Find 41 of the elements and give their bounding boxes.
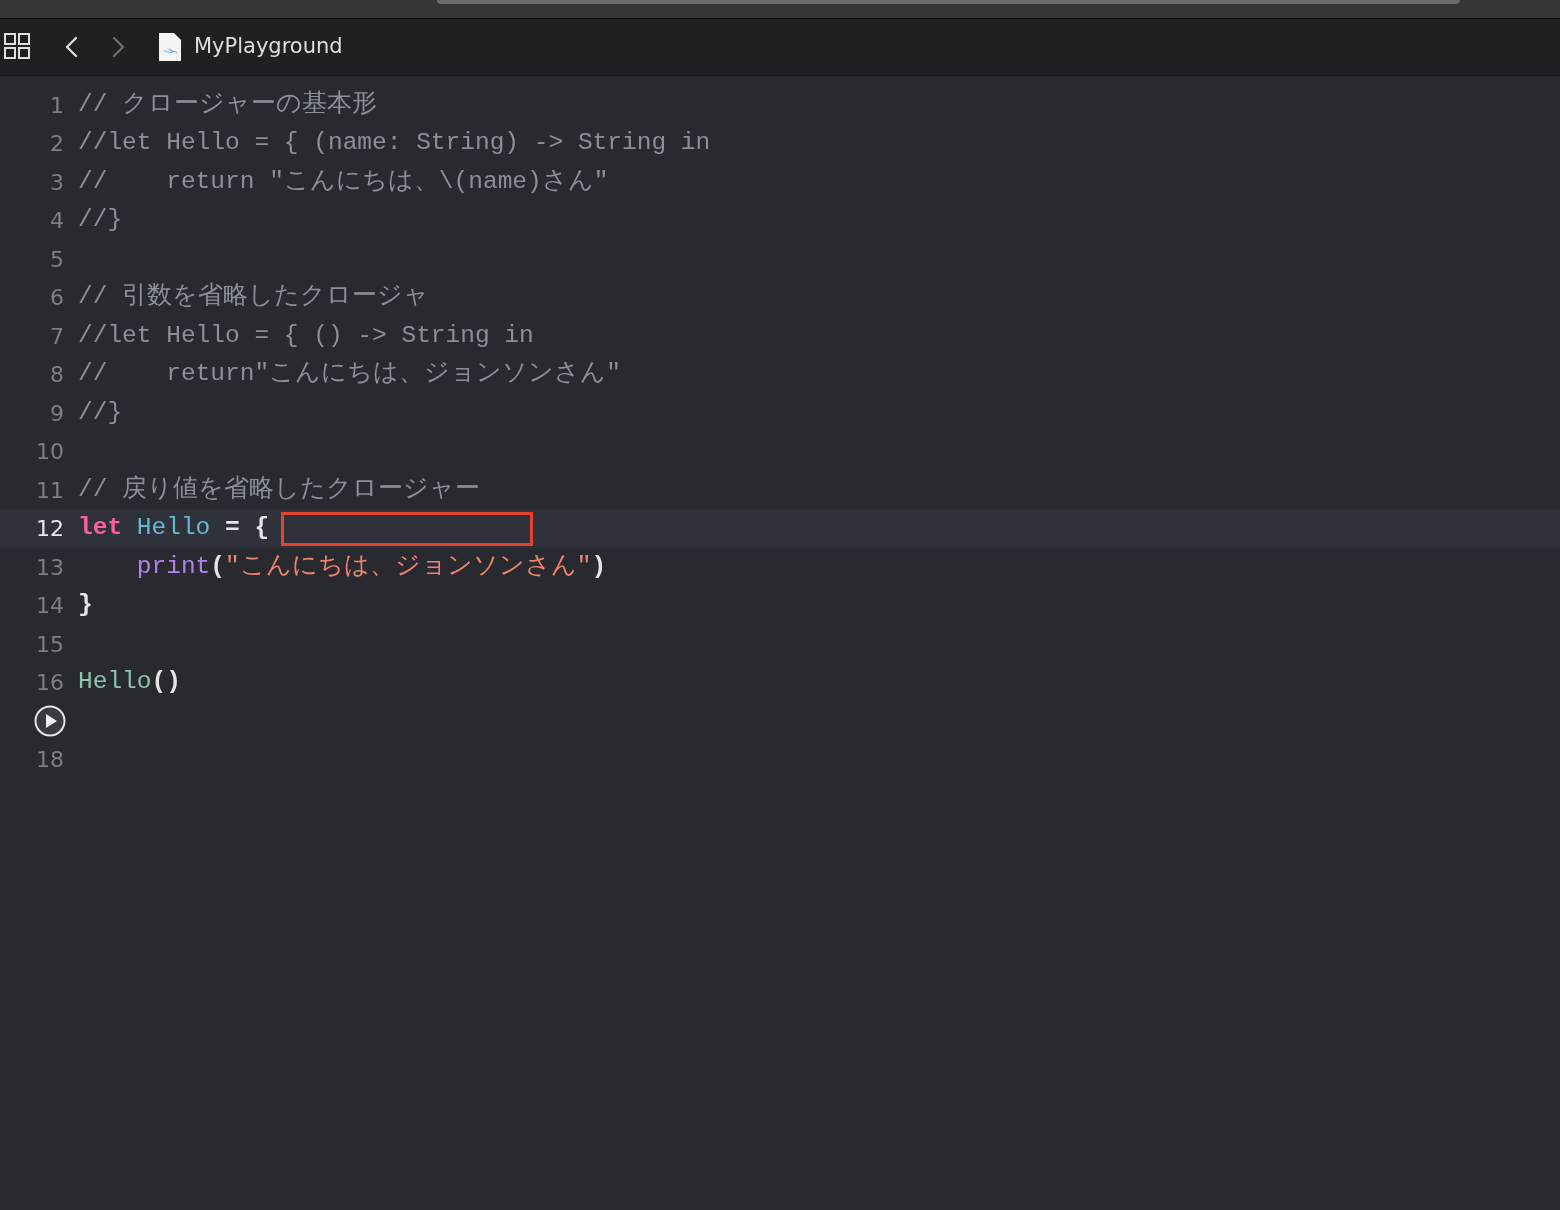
- line-number: 14: [36, 592, 64, 621]
- line-number: 9: [50, 399, 64, 428]
- line-number: 11: [36, 476, 64, 505]
- scrollbar-thumb[interactable]: [437, 0, 1460, 4]
- code-punctuation: (): [151, 667, 181, 698]
- line-number: 13: [36, 553, 64, 582]
- code-comment: // 戻り値を省略したクロージャー: [78, 474, 481, 505]
- code-comment: // 引数を省略したクロージャ: [78, 281, 430, 313]
- code-identifier: Hello: [78, 667, 152, 698]
- code-comment: // return"こんにちは、ジョンソンさん": [78, 359, 621, 390]
- line-number: 6: [50, 284, 64, 313]
- line-number: 1: [50, 91, 64, 120]
- code-string: "こんにちは、ジョンソンさん": [225, 551, 592, 582]
- code-punctuation: ): [591, 551, 607, 582]
- line-number: 3: [50, 168, 64, 197]
- code-function: print: [136, 551, 211, 582]
- line-number: 7: [50, 322, 64, 351]
- line-number: 4: [50, 207, 64, 236]
- code-comment: //}: [78, 397, 123, 428]
- code-identifier: Hello: [136, 513, 211, 544]
- line-number: 5: [50, 245, 64, 274]
- line-number: 16: [36, 669, 64, 698]
- line-number: 2: [50, 130, 64, 159]
- code-keyword: let: [78, 513, 123, 544]
- swift-file-icon: [158, 32, 182, 62]
- code-punctuation: }: [78, 590, 93, 621]
- code-punctuation: = {: [225, 513, 270, 544]
- code-comment: //let Hello = { (name: String) -> String in: [78, 128, 711, 159]
- line-number: 15: [36, 630, 64, 659]
- line-number: 18: [36, 746, 64, 775]
- file-name: MyPlayground: [194, 33, 343, 61]
- line-number: 8: [50, 361, 64, 390]
- line-number: 12: [36, 515, 64, 544]
- run-button[interactable]: [34, 705, 66, 738]
- grid-icon[interactable]: [4, 33, 32, 61]
- code-comment: // return "こんにちは、\(name)さん": [78, 166, 609, 197]
- code-comment: //let Hello = { () -> String in: [78, 320, 534, 351]
- code-comment: //}: [78, 205, 123, 236]
- code-punctuation: (: [210, 551, 225, 582]
- line-number: 10: [36, 438, 64, 467]
- code-comment: // クロージャーの基本形: [78, 89, 378, 120]
